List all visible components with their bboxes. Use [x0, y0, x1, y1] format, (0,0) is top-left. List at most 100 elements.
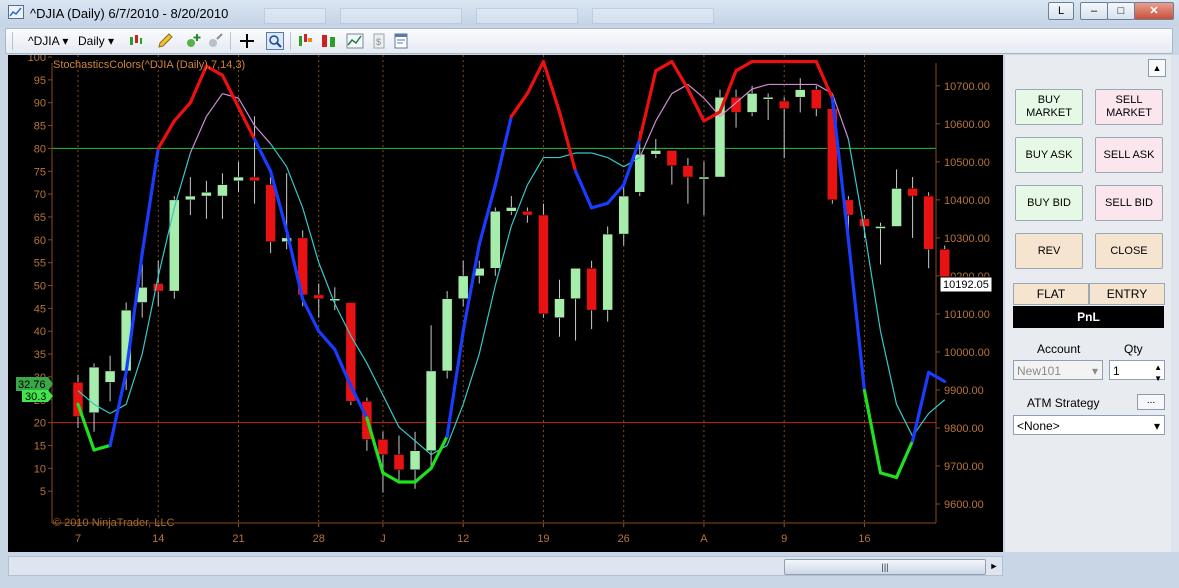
date-axis: 7 14 21 28 J 12 19 26 A 9 16 [52, 522, 936, 545]
interval-selector[interactable]: Daily ▾ [78, 32, 114, 50]
candle [169, 196, 180, 299]
instrument-selector[interactable]: ^DJIA ▾ [28, 32, 68, 50]
candle [778, 97, 790, 159]
candle [795, 78, 806, 113]
x-tick-label: 7 [75, 533, 81, 545]
link-button[interactable]: L [1048, 2, 1074, 20]
zoom-icon[interactable] [266, 32, 284, 50]
chart-trader-icon[interactable] [296, 32, 314, 50]
entry-tab[interactable]: ENTRY [1089, 283, 1165, 305]
price-chart-panel[interactable]: 1009590858075706560555045403530252015105… [8, 52, 1003, 552]
candle [233, 161, 244, 193]
copyright-text: © 2010 NinjaTrader, LLC [53, 517, 174, 529]
scroll-right-icon[interactable]: ► [988, 559, 1000, 573]
stoch-k-segment [509, 91, 530, 119]
account-select[interactable]: New101 ▾ [1013, 360, 1103, 380]
flat-tab[interactable]: FLAT [1013, 283, 1089, 305]
candle [602, 226, 613, 322]
svg-text:$: $ [376, 37, 381, 47]
right-tick-label: 10400.00 [944, 195, 990, 207]
chart-canvas[interactable]: 1009590858075706560555045403530252015105… [8, 52, 1003, 552]
toolbar-separator [230, 32, 231, 50]
pnl-display: PnL [1013, 306, 1164, 328]
quantity-stepper[interactable]: 1 ▲ ▼ [1109, 360, 1165, 383]
chart-scrollbar[interactable]: ||| ► [8, 556, 1003, 576]
stoch-k-segment [252, 137, 273, 173]
buy-bid-button[interactable]: BUY BID [1015, 185, 1083, 221]
properties-icon[interactable] [392, 32, 410, 50]
stoch-k-segment [92, 443, 112, 452]
stoch-d-segment [896, 404, 914, 437]
candle [217, 173, 228, 219]
toolbar-grip [12, 32, 13, 50]
candle [698, 161, 710, 216]
bar-type-icon[interactable] [127, 32, 145, 50]
chart-toolbar: ^DJIA ▾ Daily ▾ $ [5, 28, 1173, 54]
right-tick-label: 10300.00 [944, 233, 990, 245]
x-tick-label: J [380, 533, 386, 545]
left-tick-label: 95 [34, 75, 46, 87]
stoch-d-segment [655, 93, 673, 122]
ghost-cell [476, 8, 578, 24]
stoch-k-segment [381, 471, 401, 484]
stochastic-d-line [77, 83, 946, 456]
ghost-cell [264, 8, 326, 24]
right-tick-label: 10600.00 [944, 119, 990, 131]
stoch-k-segment [220, 73, 241, 109]
candle [554, 279, 565, 337]
stoch-d-segment [607, 157, 624, 168]
atm-options-button[interactable]: ... [1137, 394, 1165, 410]
price-axis: 10700.00 10600.00 10500.00 10400.00 10300.00… [935, 63, 990, 523]
buy-ask-button[interactable]: BUY ASK [1015, 137, 1083, 173]
line-chart-icon[interactable] [346, 32, 364, 50]
left-tick-label: 65 [34, 212, 46, 224]
scroll-thumb[interactable]: ||| [784, 559, 986, 575]
right-tick-label: 9800.00 [944, 423, 984, 435]
atm-strategy-select[interactable]: <None> ▾ [1013, 415, 1165, 435]
reverse-button[interactable]: REV [1015, 233, 1083, 269]
stoch-k-segment [846, 238, 867, 393]
candle [682, 158, 694, 204]
stoch-k-segment [413, 466, 433, 484]
buy-market-button[interactable]: BUY MARKET [1015, 89, 1083, 125]
stoch-k-segment [108, 370, 128, 448]
candlestick-series [72, 78, 950, 493]
export-icon[interactable]: $ [370, 32, 388, 50]
svg-text:30.3: 30.3 [25, 391, 46, 403]
stoch-d-segment [189, 116, 207, 154]
stoch-k-segment [670, 59, 690, 91]
down-arrow-icon[interactable]: ▼ [1154, 369, 1162, 389]
collapse-panel-button[interactable]: ▲ [1148, 59, 1166, 77]
side-scrollbar[interactable] [1171, 55, 1179, 552]
pencil-draw-icon[interactable] [156, 32, 174, 50]
sell-ask-button[interactable]: SELL ASK [1095, 137, 1163, 173]
sell-bid-button[interactable]: SELL BID [1095, 185, 1163, 221]
stoch-k-segment [638, 69, 658, 141]
right-tick-label: 10500.00 [944, 157, 990, 169]
crosshair-icon[interactable] [238, 32, 256, 50]
left-tick-label: 40 [34, 326, 46, 338]
maximize-button[interactable]: □ [1107, 2, 1135, 20]
minimize-button[interactable]: – [1080, 2, 1108, 20]
close-window-button[interactable]: ✕ [1134, 2, 1174, 20]
data-series-icon[interactable] [320, 32, 338, 50]
stoch-d-segment [366, 362, 384, 396]
stoch-d-segment [928, 399, 946, 414]
add-indicator-icon[interactable] [184, 32, 202, 50]
x-tick-label: 12 [457, 533, 469, 545]
candle [618, 184, 629, 246]
close-position-button[interactable]: CLOSE [1095, 233, 1163, 269]
strategy-icon[interactable] [206, 32, 224, 50]
stoch-k-segment [188, 64, 208, 105]
stoch-k-segment [172, 101, 192, 123]
right-tick-label: 9900.00 [944, 385, 984, 397]
sell-market-button[interactable]: SELL MARKET [1095, 89, 1163, 125]
left-tick-label: 80 [34, 143, 46, 155]
x-tick-label: A [700, 533, 708, 545]
left-tick-label: 50 [34, 281, 46, 293]
stoch-d-segment [847, 139, 866, 231]
left-tick-label: 10 [34, 463, 46, 475]
ghost-cell [592, 8, 714, 24]
candle [746, 85, 758, 117]
stoch-k-segment [557, 110, 578, 173]
